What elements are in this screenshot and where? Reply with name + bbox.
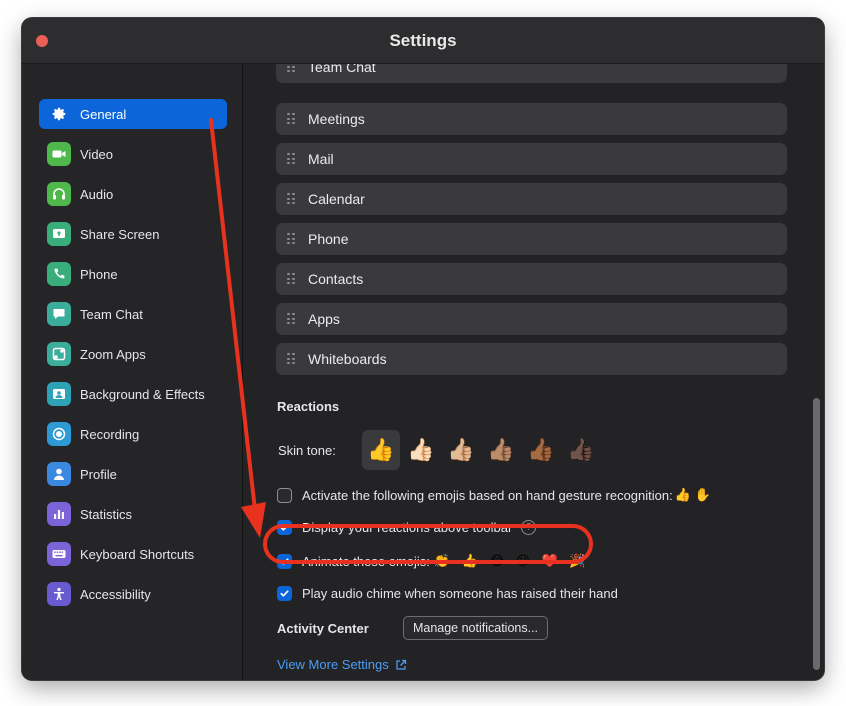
sidebar-item-label: Keyboard Shortcuts xyxy=(80,546,195,562)
tab-row-label: Meetings xyxy=(308,111,365,127)
sidebar-item-keyboard-shortcuts[interactable]: Keyboard Shortcuts xyxy=(39,539,227,569)
sidebar-item-audio[interactable]: Audio xyxy=(39,179,227,209)
tab-row-team-chat[interactable]: Team Chat xyxy=(276,64,787,83)
drag-handle-icon[interactable] xyxy=(287,113,295,125)
sidebar-item-label: Zoom Apps xyxy=(80,346,146,362)
drag-handle-icon[interactable] xyxy=(287,313,295,325)
view-more-settings-label: View More Settings xyxy=(277,657,389,672)
drag-handle-icon[interactable] xyxy=(287,193,295,205)
drag-handle-icon[interactable] xyxy=(287,273,295,285)
sidebar-item-label: Video xyxy=(80,146,114,162)
skin-tone-label: Skin tone: xyxy=(278,443,336,458)
sidebar-item-video[interactable]: Video xyxy=(39,139,227,169)
sidebar-item-label: Profile xyxy=(80,466,117,482)
sidebar-item-general[interactable]: General xyxy=(39,99,227,129)
bar-chart-icon xyxy=(47,502,71,526)
tab-row-calendar[interactable]: Calendar xyxy=(276,183,787,215)
tab-row-label: Team Chat xyxy=(308,64,376,75)
gesture-recognition-label: Activate the following emojis based on h… xyxy=(302,487,673,503)
drag-handle-icon[interactable] xyxy=(287,353,295,365)
reactions-heading: Reactions xyxy=(277,399,340,414)
tab-row-meetings[interactable]: Meetings xyxy=(276,103,787,135)
skin-tone-medium-dark[interactable]: 👍🏾 xyxy=(522,430,560,470)
video-camera-icon xyxy=(47,142,71,166)
tab-row-label: Phone xyxy=(308,231,349,247)
keyboard-icon xyxy=(47,542,71,566)
view-more-settings-link[interactable]: View More Settings xyxy=(277,657,407,672)
drag-handle-icon[interactable] xyxy=(287,64,295,73)
person-icon xyxy=(47,462,71,486)
tab-row-phone[interactable]: Phone xyxy=(276,223,787,255)
sidebar-item-label: Accessibility xyxy=(80,586,151,602)
tab-row-apps[interactable]: Apps xyxy=(276,303,787,335)
gear-icon xyxy=(47,102,71,126)
gesture-recognition-option: Activate the following emojis based on h… xyxy=(277,487,715,503)
sidebar-item-statistics[interactable]: Statistics xyxy=(39,499,227,529)
sidebar-item-share-screen[interactable]: Share Screen xyxy=(39,219,227,249)
tab-row-label: Mail xyxy=(308,151,334,167)
tab-row-mail[interactable]: Mail xyxy=(276,143,787,175)
scrollbar-thumb[interactable] xyxy=(813,398,820,670)
skin-tone-light[interactable]: 👍🏻 xyxy=(402,430,440,470)
sidebar-item-profile[interactable]: Profile xyxy=(39,459,227,489)
tab-row-label: Contacts xyxy=(308,271,364,287)
tab-row-whiteboards[interactable]: Whiteboards xyxy=(276,343,787,375)
gesture-recognition-checkbox[interactable] xyxy=(277,487,292,503)
sidebar-item-label: General xyxy=(80,106,127,122)
audio-chime-checkbox[interactable] xyxy=(277,586,292,601)
audio-chime-label: Play audio chime when someone has raised… xyxy=(302,586,618,601)
sidebar-item-zoom-apps[interactable]: Zoom Apps xyxy=(39,339,227,369)
record-icon xyxy=(47,422,71,446)
window-title: Settings xyxy=(389,31,457,50)
apps-icon xyxy=(47,342,71,366)
sidebar-item-phone[interactable]: Phone xyxy=(39,259,227,289)
skin-tone-default[interactable]: 👍 xyxy=(362,430,400,470)
sidebar-item-label: Audio xyxy=(80,186,114,202)
sidebar-item-accessibility[interactable]: Accessibility xyxy=(39,579,227,609)
sidebar-item-label: Share Screen xyxy=(80,226,160,242)
background-image-icon xyxy=(47,382,71,406)
sidebar: General Video Audio Share Screen Phone T… xyxy=(22,64,243,680)
tab-row-label: Calendar xyxy=(308,191,365,207)
external-link-icon xyxy=(396,659,406,670)
tab-row-contacts[interactable]: Contacts xyxy=(276,263,787,295)
skin-tone-medium-light[interactable]: 👍🏼 xyxy=(442,430,480,470)
skin-tone-dark[interactable]: 👍🏿 xyxy=(562,430,600,470)
sidebar-item-label: Statistics xyxy=(80,506,133,522)
sidebar-item-label: Background & Effects xyxy=(80,386,205,402)
activity-center-label: Activity Center xyxy=(277,621,369,636)
checkmark-icon xyxy=(280,590,289,597)
share-screen-icon xyxy=(47,222,71,246)
headphones-icon xyxy=(47,182,71,206)
manage-notifications-button[interactable]: Manage notifications... xyxy=(403,616,548,640)
drag-handle-icon[interactable] xyxy=(287,233,295,245)
annotation-highlight-ellipse xyxy=(263,524,593,564)
drag-handle-icon[interactable] xyxy=(287,153,295,165)
settings-window: Settings General Video Audio Share Scree… xyxy=(22,18,824,680)
general-settings-panel: Team Chat Meetings Mail Calendar Phone C… xyxy=(244,64,824,680)
gesture-emojis: 👍✋ xyxy=(674,487,716,502)
audio-chime-option: Play audio chime when someone has raised… xyxy=(277,586,618,601)
sidebar-item-label: Phone xyxy=(80,266,118,282)
sidebar-item-background-effects[interactable]: Background & Effects xyxy=(39,379,227,409)
tab-row-label: Whiteboards xyxy=(308,351,387,367)
chat-bubble-icon xyxy=(47,302,71,326)
phone-icon xyxy=(47,262,71,286)
tab-row-label: Apps xyxy=(308,311,340,327)
accessibility-icon xyxy=(47,582,71,606)
skin-tone-medium[interactable]: 👍🏽 xyxy=(482,430,520,470)
sidebar-item-team-chat[interactable]: Team Chat xyxy=(39,299,227,329)
sidebar-item-label: Recording xyxy=(80,426,140,442)
sidebar-item-recording[interactable]: Recording xyxy=(39,419,227,449)
sidebar-item-label: Team Chat xyxy=(80,306,143,322)
title-bar: Settings xyxy=(22,18,824,64)
